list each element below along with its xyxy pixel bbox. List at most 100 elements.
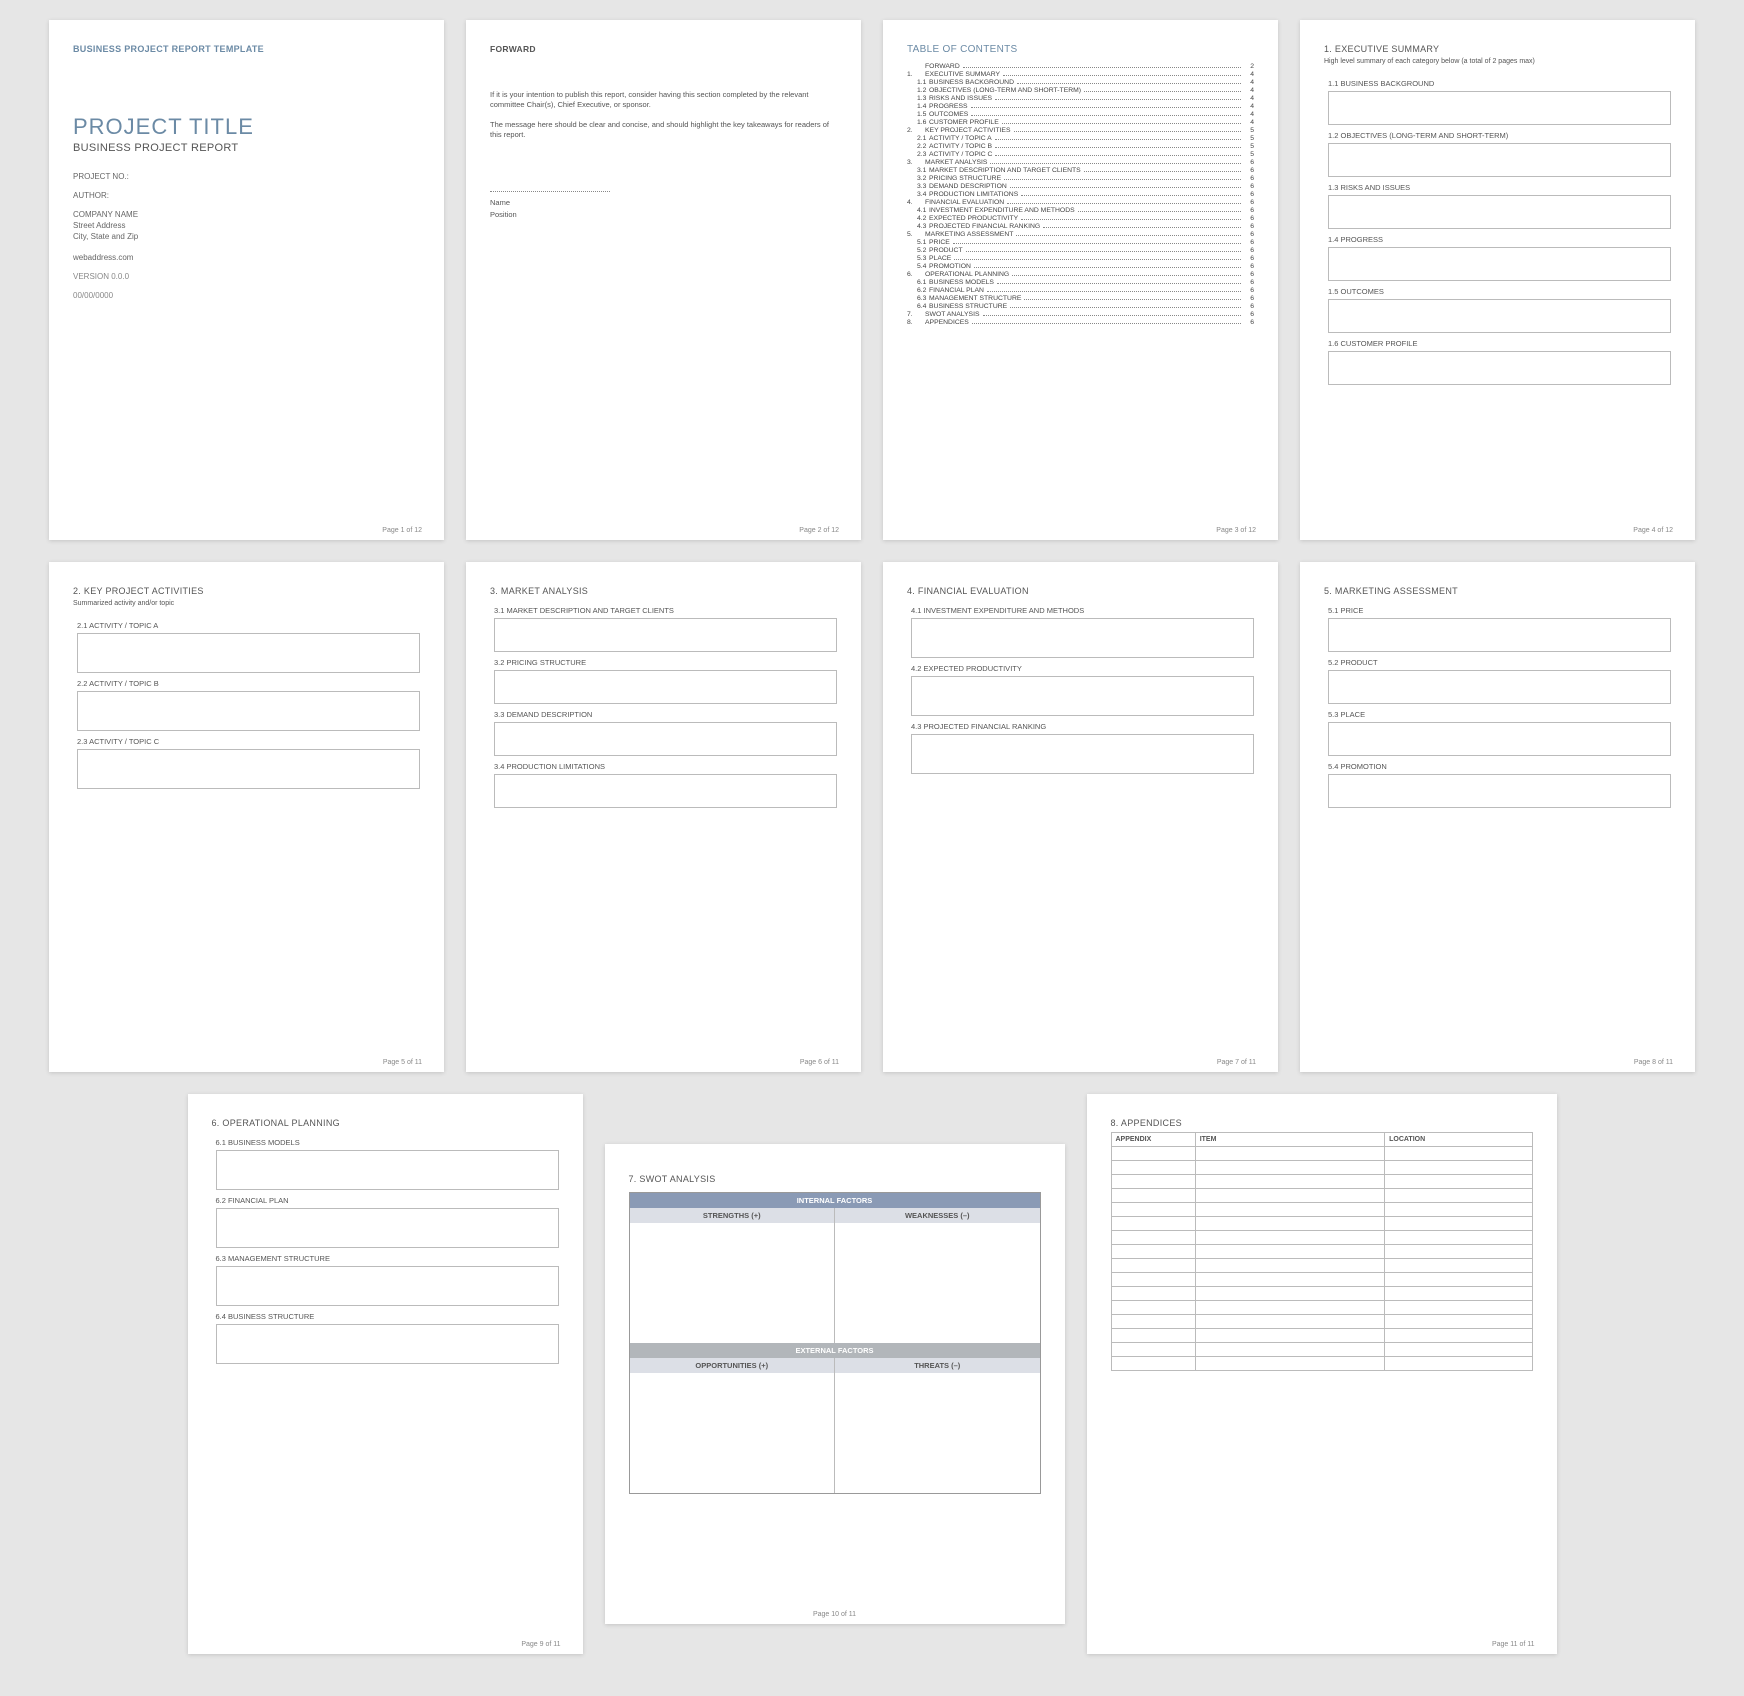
page-appendices: 8. APPENDICES APPENDIX ITEM LOCATION Pag… <box>1087 1094 1557 1654</box>
name-label: Name <box>490 198 837 208</box>
exec-note: High level summary of each category belo… <box>1324 58 1671 65</box>
subsection-label: 3.2 PRICING STRUCTURE <box>494 658 837 667</box>
input-box <box>1328 195 1671 229</box>
swot-table: INTERNAL FACTORS STRENGTHS (+) WEAKNESSE… <box>629 1192 1041 1494</box>
table-row <box>1111 1175 1532 1189</box>
footer: Page 10 of 11 <box>813 1611 856 1618</box>
input-box <box>1328 247 1671 281</box>
project-no: PROJECT NO.: <box>73 172 420 181</box>
input-box <box>216 1208 559 1248</box>
table-row <box>1111 1203 1532 1217</box>
table-row <box>1111 1287 1532 1301</box>
forward-p2: The message here should be clear and con… <box>490 120 837 140</box>
key-heading: 2. KEY PROJECT ACTIVITIES <box>73 586 420 596</box>
subsection-label: 3.3 DEMAND DESCRIPTION <box>494 710 837 719</box>
project-subtitle: BUSINESS PROJECT REPORT <box>73 142 420 154</box>
appendix-table: APPENDIX ITEM LOCATION <box>1111 1132 1533 1371</box>
page-financial-eval: 4. FINANCIAL EVALUATION 4.1 INVESTMENT E… <box>883 562 1278 1072</box>
swot-heading: 7. SWOT ANALYSIS <box>629 1174 1041 1184</box>
table-row <box>1111 1259 1532 1273</box>
footer: Page 7 of 11 <box>1217 1059 1256 1066</box>
page-operational-planning: 6. OPERATIONAL PLANNING 6.1 BUSINESS MOD… <box>188 1094 583 1654</box>
op-heading: 6. OPERATIONAL PLANNING <box>212 1118 559 1128</box>
footer: Page 2 of 12 <box>799 527 839 534</box>
subsection-label: 1.2 OBJECTIVES (LONG-TERM AND SHORT-TERM… <box>1328 131 1671 140</box>
input-box <box>1328 618 1671 652</box>
subsection-label: 1.3 RISKS AND ISSUES <box>1328 183 1671 192</box>
table-row <box>1111 1329 1532 1343</box>
input-box <box>1328 722 1671 756</box>
swot-weaknesses-hdr: WEAKNESSES (–) <box>835 1208 1040 1223</box>
page-marketing-assessment: 5. MARKETING ASSESSMENT 5.1 PRICE 5.2 PRO… <box>1300 562 1695 1072</box>
footer: Page 9 of 11 <box>521 1641 560 1648</box>
page-cover: BUSINESS PROJECT REPORT TEMPLATE PROJECT… <box>49 20 444 540</box>
swot-opportunities-hdr: OPPORTUNITIES (+) <box>630 1358 836 1373</box>
input-box <box>77 633 420 673</box>
swot-threats-cell <box>835 1373 1040 1493</box>
apx-col-location: LOCATION <box>1385 1133 1532 1147</box>
input-box <box>494 774 837 808</box>
subsection-label: 1.6 CUSTOMER PROFILE <box>1328 339 1671 348</box>
input-box <box>494 618 837 652</box>
table-row <box>1111 1301 1532 1315</box>
market-heading: 3. MARKET ANALYSIS <box>490 586 837 596</box>
subsection-label: 5.1 PRICE <box>1328 606 1671 615</box>
input-box <box>1328 351 1671 385</box>
footer: Page 1 of 12 <box>382 527 422 534</box>
input-box <box>911 676 1254 716</box>
subsection-label: 6.3 MANAGEMENT STRUCTURE <box>216 1254 559 1263</box>
table-row <box>1111 1315 1532 1329</box>
table-row <box>1111 1217 1532 1231</box>
page-exec-summary: 1. EXECUTIVE SUMMARY High level summary … <box>1300 20 1695 540</box>
subsection-label: 4.1 INVESTMENT EXPENDITURE AND METHODS <box>911 606 1254 615</box>
input-box <box>216 1324 559 1364</box>
mkt-heading: 5. MARKETING ASSESSMENT <box>1324 586 1671 596</box>
swot-internal: INTERNAL FACTORS <box>630 1193 1040 1208</box>
subsection-label: 3.4 PRODUCTION LIMITATIONS <box>494 762 837 771</box>
table-row <box>1111 1231 1532 1245</box>
table-row <box>1111 1357 1532 1371</box>
footer: Page 8 of 11 <box>1634 1059 1673 1066</box>
footer: Page 6 of 11 <box>800 1059 839 1066</box>
subsection-label: 1.5 OUTCOMES <box>1328 287 1671 296</box>
swot-threats-hdr: THREATS (–) <box>835 1358 1040 1373</box>
project-title: PROJECT TITLE <box>73 114 420 140</box>
swot-strengths-cell <box>630 1223 836 1343</box>
footer: Page 11 of 11 <box>1492 1641 1535 1648</box>
input-box <box>216 1150 559 1190</box>
input-box <box>77 691 420 731</box>
table-row <box>1111 1245 1532 1259</box>
input-box <box>1328 774 1671 808</box>
input-box <box>216 1266 559 1306</box>
subsection-label: 2.1 ACTIVITY / TOPIC A <box>77 621 420 630</box>
swot-external: EXTERNAL FACTORS <box>630 1343 1040 1358</box>
subsection-label: 5.4 PROMOTION <box>1328 762 1671 771</box>
subsection-label: 1.1 BUSINESS BACKGROUND <box>1328 79 1671 88</box>
company-name: COMPANY NAME <box>73 210 420 219</box>
input-box <box>494 670 837 704</box>
web: webaddress.com <box>73 253 420 262</box>
input-box <box>911 734 1254 774</box>
subsection-label: 1.4 PROGRESS <box>1328 235 1671 244</box>
table-row <box>1111 1273 1532 1287</box>
toc-list: FORWARD21.EXECUTIVE SUMMARY41.1BUSINESS … <box>907 63 1254 327</box>
input-box <box>1328 670 1671 704</box>
input-box <box>77 749 420 789</box>
table-row <box>1111 1147 1532 1161</box>
signature-line <box>490 191 610 192</box>
page-toc: TABLE OF CONTENTS FORWARD21.EXECUTIVE SU… <box>883 20 1278 540</box>
page-market-analysis: 3. MARKET ANALYSIS 3.1 MARKET DESCRIPTIO… <box>466 562 861 1072</box>
input-box <box>911 618 1254 658</box>
subsection-label: 2.3 ACTIVITY / TOPIC C <box>77 737 420 746</box>
footer: Page 3 of 12 <box>1216 527 1256 534</box>
exec-heading: 1. EXECUTIVE SUMMARY <box>1324 44 1671 54</box>
page-forward: FORWARD If it is your intention to publi… <box>466 20 861 540</box>
subsection-label: 4.3 PROJECTED FINANCIAL RANKING <box>911 722 1254 731</box>
subsection-label: 5.2 PRODUCT <box>1328 658 1671 667</box>
page-swot: 7. SWOT ANALYSIS INTERNAL FACTORS STRENG… <box>605 1144 1065 1624</box>
street: Street Address <box>73 221 420 230</box>
company-block: COMPANY NAME Street Address City, State … <box>73 210 420 243</box>
city: City, State and Zip <box>73 232 420 241</box>
footer: Page 5 of 11 <box>383 1059 422 1066</box>
table-row <box>1111 1343 1532 1357</box>
